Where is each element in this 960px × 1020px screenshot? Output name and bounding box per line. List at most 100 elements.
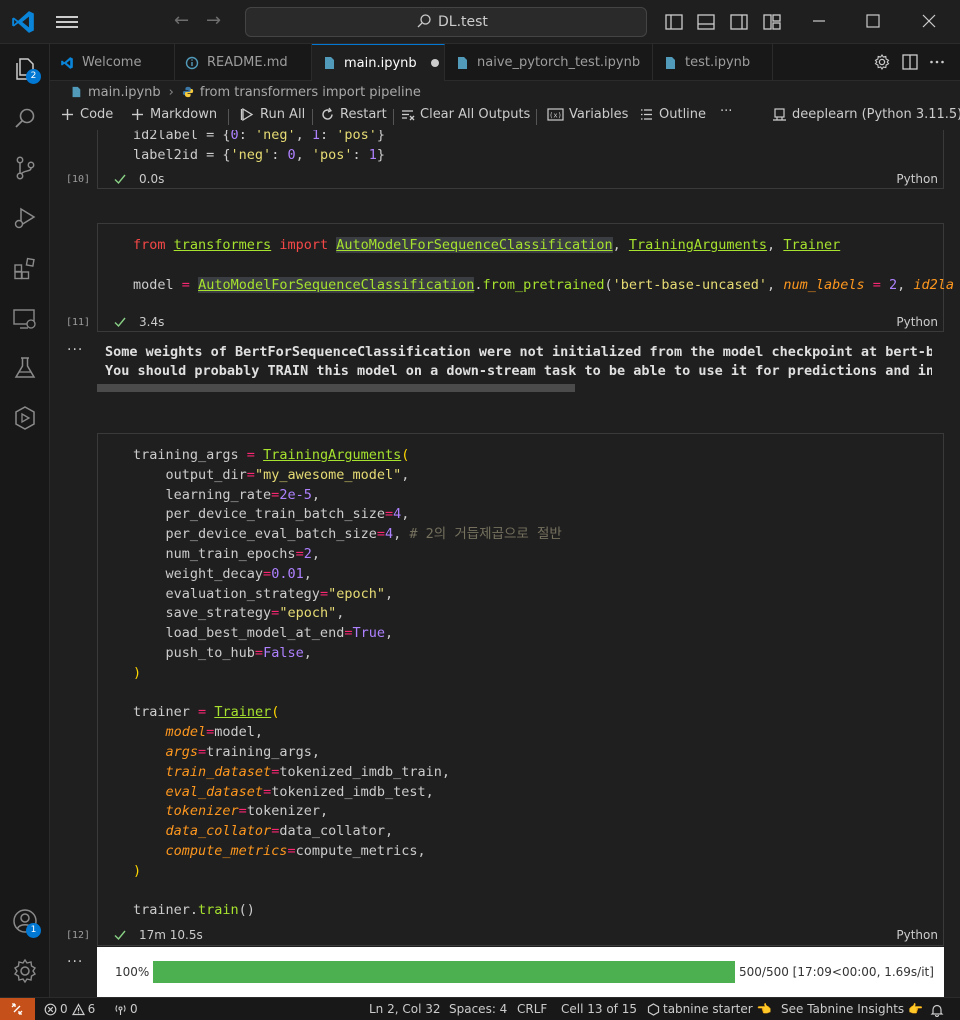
split-editor-icon[interactable] (901, 53, 919, 71)
hamburger-menu-icon[interactable] (56, 13, 78, 31)
kernel-icon (773, 108, 786, 121)
search-text: DL.test (438, 14, 488, 30)
clear-all-icon (402, 110, 415, 121)
cell-output: Some weights of BertForSequenceClassific… (105, 343, 932, 381)
training-progress-output: 100% 500/500 [17:09<00:00, 1.69s/it] (97, 947, 944, 997)
notebook-toolbar: Code Markdown Run All Restart Clear All … (50, 103, 960, 130)
restart-icon (322, 107, 333, 120)
cell-code[interactable]: from transformers import AutoModelForSeq… (133, 236, 954, 295)
more-actions-icon[interactable] (928, 53, 946, 71)
run-debug-icon[interactable] (12, 205, 38, 231)
add-code-cell-button[interactable]: Code (60, 107, 113, 122)
customize-layout-icon[interactable] (762, 12, 782, 32)
variables-button[interactable]: (x) Variables (547, 107, 628, 122)
output-horizontal-scrollbar[interactable] (97, 384, 575, 392)
breadcrumb-symbol[interactable]: from transformers import pipeline (200, 85, 421, 100)
cursor-position[interactable]: Ln 2, Col 32 (369, 1002, 441, 1016)
cell-language[interactable]: Python (896, 172, 938, 186)
tabnine-status[interactable]: tabnine starter 👈 (647, 1002, 771, 1016)
progress-percent: 100% (115, 965, 150, 979)
tab-main-ipynb[interactable]: main.ipynb (312, 44, 445, 81)
outline-button[interactable]: Outline (639, 107, 706, 122)
toolbar-divider (536, 109, 537, 125)
toggle-primary-sidebar-icon[interactable] (664, 12, 684, 32)
execution-duration: 0.0s (139, 172, 165, 186)
search-icon[interactable] (12, 106, 38, 132)
toolbar-divider (228, 109, 229, 125)
cell-indicator[interactable]: Cell 13 of 15 (561, 1002, 637, 1016)
cell-status-bar: [11] 3.4s Python (50, 312, 960, 334)
tab-readme[interactable]: README.md (175, 44, 312, 81)
success-check-icon (114, 174, 126, 185)
execution-count: [11] (66, 317, 91, 328)
accounts-badge: 1 (26, 923, 41, 938)
output-line: Some weights of BertForSequenceClassific… (105, 344, 932, 360)
command-center-search[interactable]: DL.test (245, 7, 647, 37)
extensions-icon[interactable] (12, 256, 38, 282)
notebook-editor[interactable]: id2label = {0: 'neg', 1: 'pos'} label2id… (50, 130, 960, 997)
close-icon[interactable] (920, 12, 938, 30)
notebook-file-icon (458, 56, 467, 69)
cell-status-bar: [10] 0.0s Python (50, 169, 960, 191)
cell-code[interactable]: id2label = {0: 'neg', 1: 'pos'} label2id… (133, 130, 385, 166)
svg-text:(x): (x) (549, 112, 562, 120)
indentation[interactable]: Spaces: 4 (449, 1002, 507, 1016)
remote-icon (11, 1003, 23, 1015)
plus-icon (132, 109, 143, 120)
vscode-logo-icon (61, 56, 73, 69)
outline-icon (641, 109, 652, 120)
output-line: You should probably TRAIN this model on … (105, 363, 932, 379)
unsaved-dot-icon[interactable] (430, 59, 439, 67)
tabnine-insights[interactable]: See Tabnine Insights 👉 (781, 1002, 923, 1016)
remote-indicator[interactable] (0, 998, 35, 1020)
notebook-file-icon (72, 86, 81, 98)
cell-language[interactable]: Python (896, 315, 938, 329)
editor-tabs: Welcome README.md main.ipynb naive_pytor… (50, 44, 960, 81)
jupyter-icon[interactable] (12, 405, 38, 431)
clear-all-outputs-button[interactable]: Clear All Outputs (400, 107, 530, 122)
restart-kernel-button[interactable]: Restart (320, 107, 387, 122)
output-more-actions[interactable]: ··· (67, 342, 83, 358)
maximize-icon[interactable] (864, 12, 882, 30)
warning-icon (71, 1002, 85, 1015)
ports-indicator[interactable]: 0 (114, 1002, 138, 1016)
kernel-picker[interactable]: deeplearn (Python 3.11.5) (772, 107, 960, 122)
output-more-actions[interactable]: ··· (67, 954, 83, 970)
minimize-icon[interactable] (810, 12, 828, 30)
tab-naive-pytorch-test[interactable]: naive_pytorch_test.ipynb (445, 44, 653, 81)
success-check-icon (114, 317, 126, 328)
cell-language[interactable]: Python (896, 928, 938, 942)
toggle-secondary-sidebar-icon[interactable] (729, 12, 749, 32)
python-icon (182, 86, 194, 98)
error-icon (44, 1003, 57, 1015)
problems-indicator[interactable]: 0 6 (44, 1002, 95, 1016)
source-control-icon[interactable] (12, 155, 38, 181)
end-of-line[interactable]: CRLF (517, 1002, 547, 1016)
tab-welcome[interactable]: Welcome (50, 44, 175, 81)
gear-icon[interactable] (873, 53, 891, 71)
toolbar-more-button[interactable]: ··· (720, 104, 732, 119)
success-check-icon (114, 930, 126, 941)
vscode-logo-icon[interactable] (10, 9, 36, 35)
activity-bar: 2 1 (0, 44, 50, 997)
code-cell[interactable]: training_args = TrainingArguments( outpu… (97, 433, 944, 946)
execution-duration: 3.4s (139, 315, 165, 329)
testing-icon[interactable] (12, 355, 38, 381)
toolbar-divider (393, 109, 394, 125)
cell-code[interactable]: training_args = TrainingArguments( outpu… (133, 446, 562, 921)
breadcrumb-file[interactable]: main.ipynb (88, 85, 161, 100)
run-all-icon (240, 107, 254, 122)
run-all-button[interactable]: Run All (240, 107, 305, 122)
tab-test-ipynb[interactable]: test.ipynb (653, 44, 773, 81)
notifications-bell-icon[interactable] (930, 1003, 944, 1017)
search-icon (417, 14, 431, 28)
settings-gear-icon[interactable] (12, 958, 38, 984)
toggle-panel-icon[interactable] (696, 12, 716, 32)
back-arrow-icon[interactable]: ← (174, 10, 189, 31)
title-bar: ← → DL.test (0, 0, 960, 44)
variables-icon: (x) (547, 108, 564, 121)
remote-explorer-icon[interactable] (12, 306, 38, 332)
tabnine-icon (647, 1002, 660, 1016)
forward-arrow-icon[interactable]: → (206, 10, 221, 31)
add-markdown-cell-button[interactable]: Markdown (130, 107, 217, 122)
